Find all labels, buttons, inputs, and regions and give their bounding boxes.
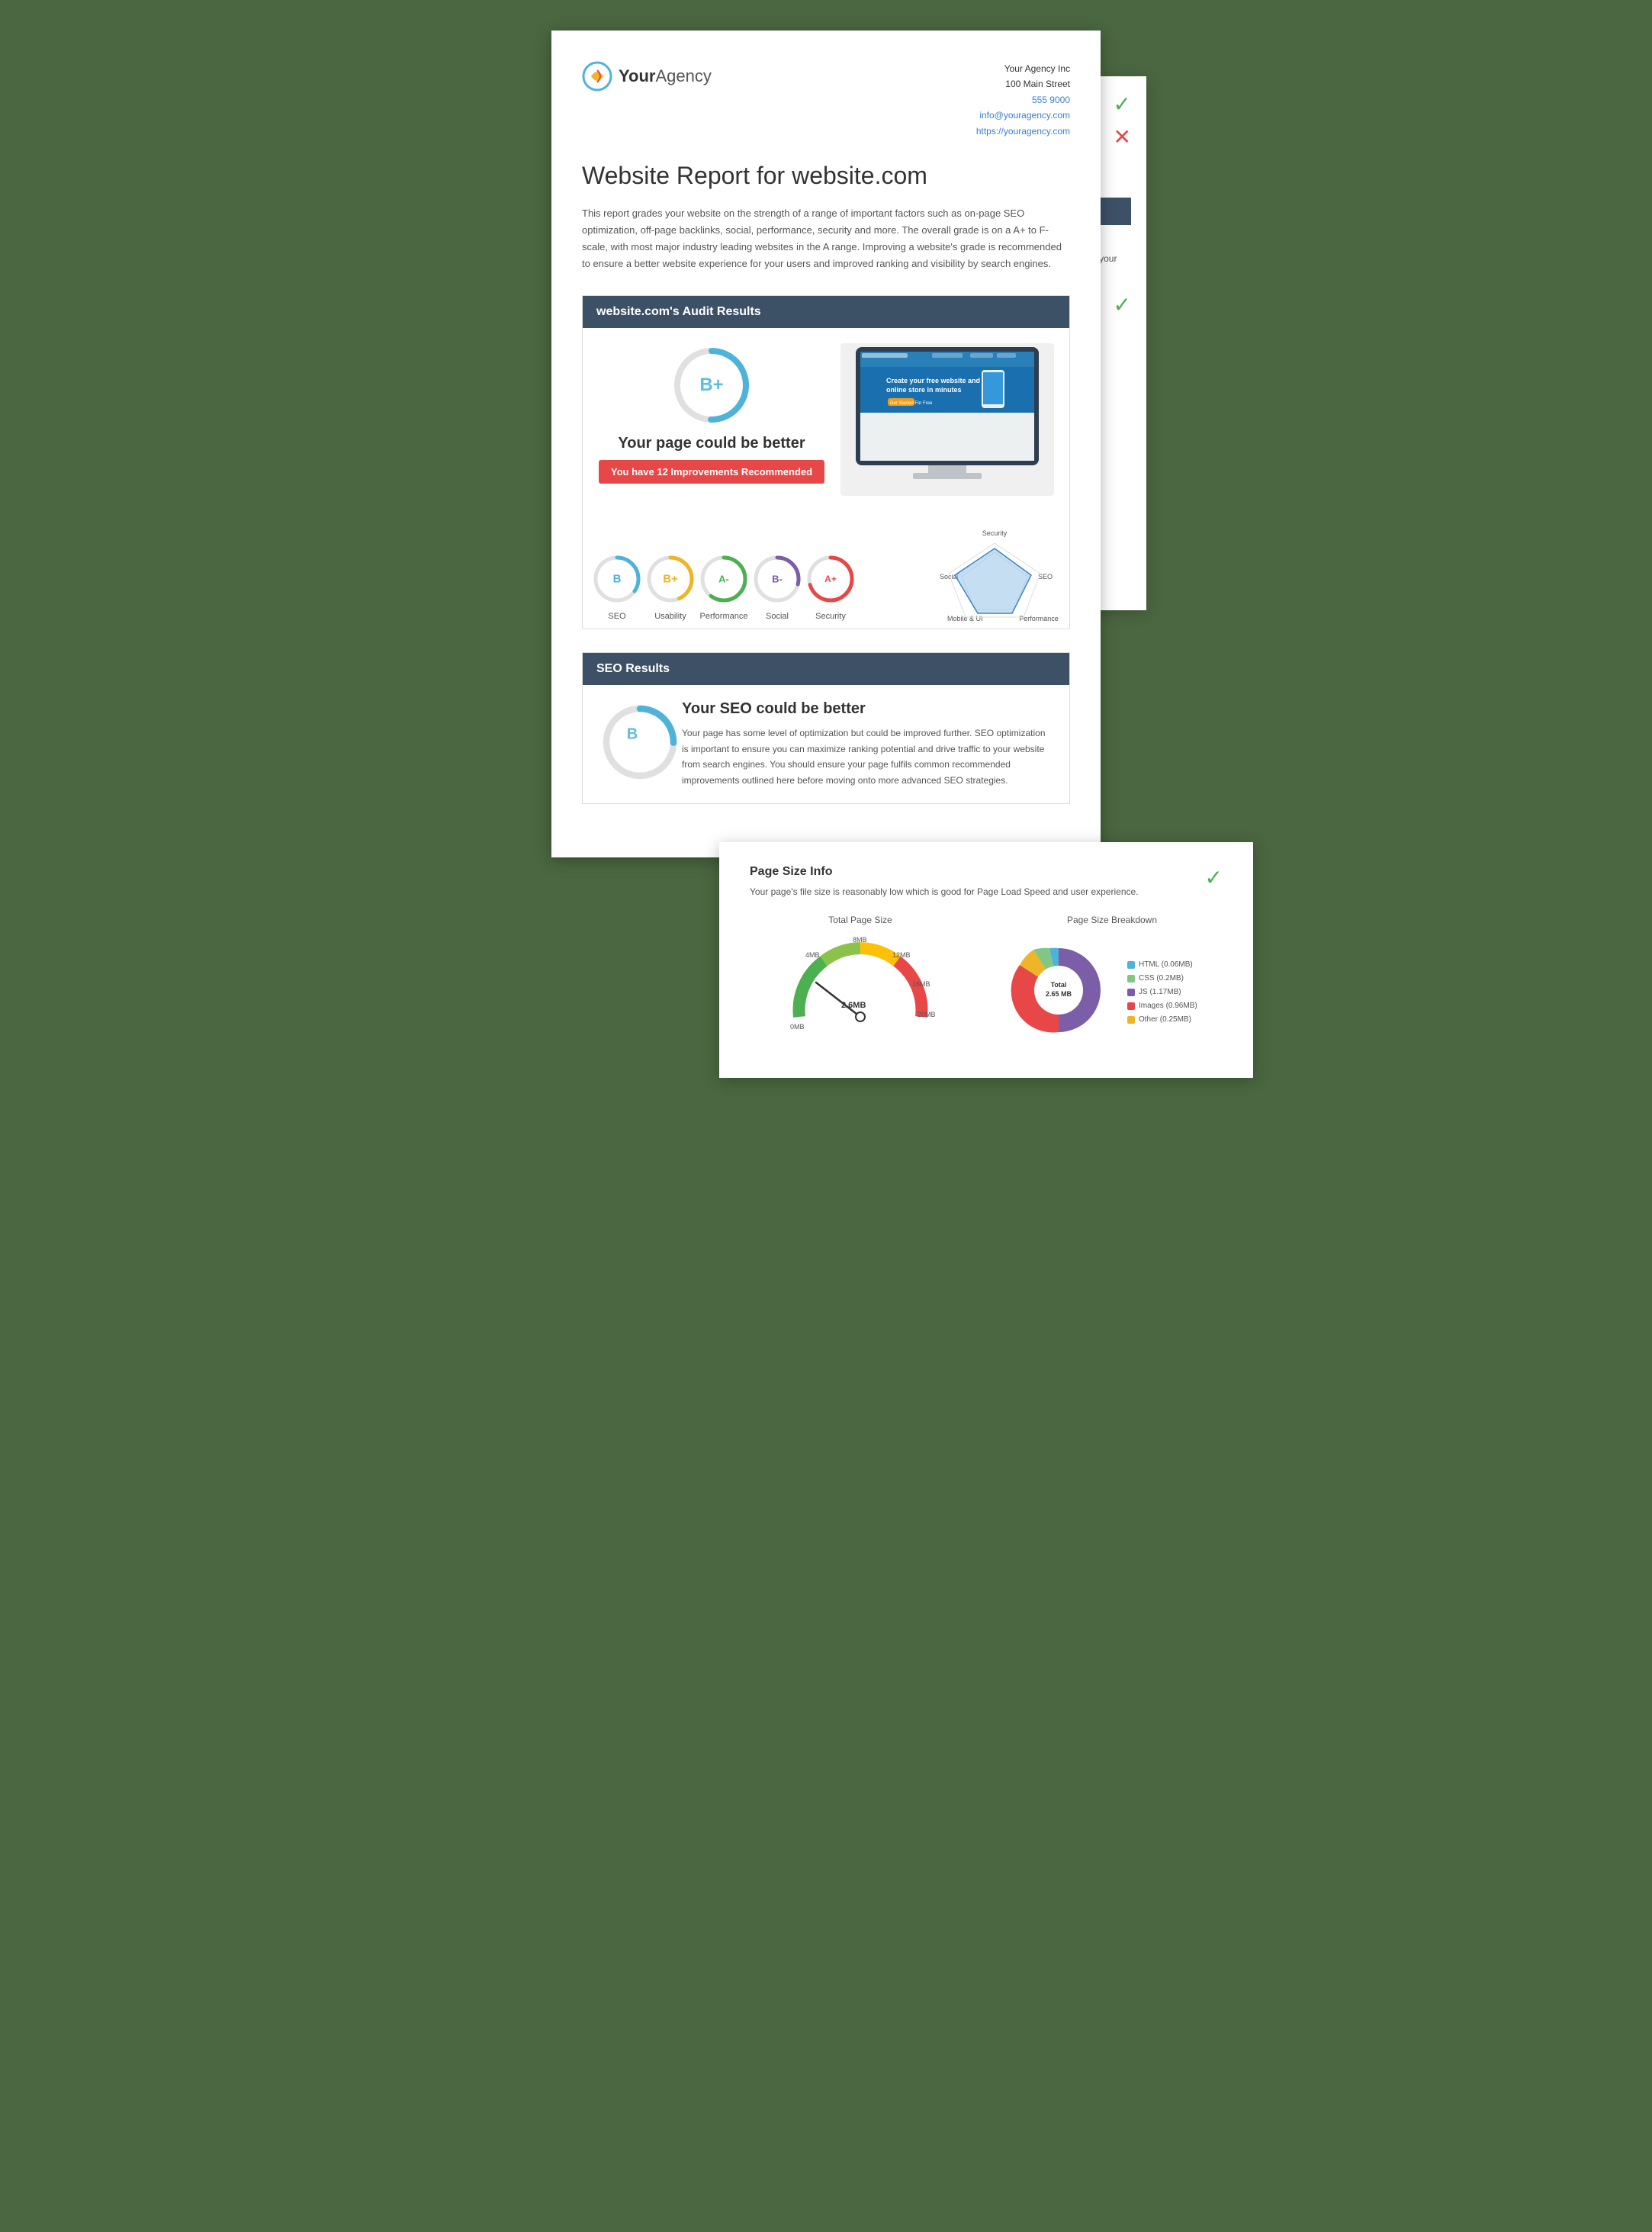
donut-legend: HTML (0.06MB) CSS (0.2MB) JS (1.17MB) (1127, 958, 1197, 1027)
monitor-svg: Create your free website and online stor… (840, 343, 1054, 496)
svg-text:online store in minutes: online store in minutes (886, 386, 962, 394)
svg-text:8MB: 8MB (853, 936, 867, 944)
bottom-section-title: Page Size Info (750, 865, 1205, 879)
svg-text:Total: Total (1051, 981, 1067, 989)
cat-label-performance: Performance (700, 612, 748, 621)
seo-grade-wrap: B (598, 700, 667, 777)
svg-text:2.65 MB: 2.65 MB (1046, 990, 1072, 998)
category-circles: B SEO B+ Usability (583, 514, 1069, 629)
bottom-checkmark-icon: ✓ (1205, 865, 1223, 890)
legend-css: CSS (0.2MB) (1127, 972, 1197, 986)
cat-circle-performance: A- (697, 552, 750, 606)
monitor-mockup: Create your free website and online stor… (840, 343, 1054, 496)
cat-grade-security: A+ (824, 574, 837, 584)
seo-body: Your page has some level of optimization… (682, 725, 1054, 788)
svg-text:20MB: 20MB (918, 1011, 936, 1018)
svg-text:Security: Security (982, 529, 1008, 537)
cat-circle-security: A+ (804, 552, 857, 606)
category-usability: B+ Usability (644, 552, 697, 621)
audit-tagline: Your page could be better (618, 435, 805, 452)
audit-right: Create your free website and online stor… (840, 343, 1054, 496)
audit-content: B+ Your page could be better You have 12… (583, 328, 1069, 514)
bottom-section-text: Your page's file size is reasonably low … (750, 885, 1205, 899)
legend-js: JS (1.17MB) (1127, 986, 1197, 999)
cat-grade-social: B- (772, 574, 783, 585)
agency-phone[interactable]: 555 9000 (1032, 95, 1070, 105)
svg-text:2.6MB: 2.6MB (841, 1001, 866, 1010)
agency-website[interactable]: https://youragency.com (976, 126, 1070, 137)
svg-text:12MB: 12MB (892, 951, 911, 959)
donut-chart-label: Page Size Breakdown (1001, 915, 1223, 925)
svg-text:16MB: 16MB (912, 980, 930, 988)
cat-circle-social: B- (750, 552, 804, 606)
report-intro: This report grades your website on the s… (582, 205, 1070, 272)
improvements-badge: You have 12 Improvements Recommended (599, 460, 824, 484)
logo-icon (582, 61, 612, 92)
legend-images: Images (0.96MB) (1127, 999, 1197, 1013)
seo-grade-circle: B (598, 700, 667, 769)
svg-text:Get Started For Free: Get Started For Free (890, 401, 933, 406)
legend-other: Other (0.25MB) (1127, 1013, 1197, 1027)
cat-label-security: Security (815, 612, 846, 621)
donut-chart-item: Page Size Breakdown (1001, 915, 1223, 1047)
radar-chart: Security SEO Performance Mobile & UI Soc… (940, 529, 1062, 621)
cat-circle-usability: B+ (644, 552, 697, 606)
cat-label-social: Social (766, 612, 789, 621)
page-wrapper: ✓ ✕ to easily tap on abetter user experi… (551, 31, 1101, 1078)
header: YourAgency Your Agency Inc 100 Main Stre… (582, 61, 1070, 139)
cat-grade-usability: B+ (663, 573, 678, 586)
agency-company: Your Agency Inc (976, 61, 1070, 76)
gauge-chart-item: Total Page Size 0MB 4MB 8MB 12MB 16MB 20… (750, 915, 971, 1036)
overall-grade-circle: B+ (670, 343, 754, 427)
logo-area: YourAgency (582, 61, 712, 92)
svg-text:4MB: 4MB (805, 951, 820, 959)
seo-text: Your SEO could be better Your page has s… (682, 700, 1054, 788)
seo-heading: Your SEO could be better (682, 700, 1054, 718)
agency-email[interactable]: info@youragency.com (979, 110, 1070, 121)
category-performance: A- Performance (697, 552, 750, 621)
category-social: B- Social (750, 552, 804, 621)
cat-grade-seo: B (613, 573, 622, 586)
seo-content: B Your SEO could be better Your page has… (583, 685, 1069, 803)
svg-text:Create your free website and: Create your free website and (886, 377, 980, 384)
cat-grade-performance: A- (718, 574, 729, 585)
logo-text: YourAgency (619, 66, 712, 86)
cat-label-seo: SEO (608, 612, 625, 621)
agency-address: 100 Main Street (976, 76, 1070, 92)
page-size-gauge: 0MB 4MB 8MB 12MB 16MB 20MB 2.6MB (784, 933, 937, 1032)
report-title: Website Report for website.com (582, 162, 1070, 190)
category-security: A+ Security (804, 552, 857, 621)
cat-label-usability: Usability (654, 612, 686, 621)
report-card-bottom: Page Size Info Your page's file size is … (719, 842, 1253, 1078)
svg-text:Performance: Performance (1019, 615, 1059, 622)
category-seo: B SEO (590, 552, 644, 621)
charts-row: Total Page Size 0MB 4MB 8MB 12MB 16MB 20… (750, 915, 1223, 1047)
gauge-chart-label: Total Page Size (750, 915, 971, 925)
seo-section: SEO Results B Your SEO could be better Y… (582, 652, 1070, 804)
seo-grade-label: B (627, 726, 638, 744)
svg-text:0MB: 0MB (790, 1023, 805, 1031)
main-report-card: YourAgency Your Agency Inc 100 Main Stre… (551, 31, 1101, 857)
legend-html: HTML (0.06MB) (1127, 958, 1197, 972)
seo-section-header: SEO Results (583, 653, 1069, 685)
audit-left: B+ Your page could be better You have 12… (598, 343, 825, 499)
audit-section: website.com's Audit Results B+ Your page… (582, 295, 1070, 629)
overall-grade-label: B+ (699, 375, 723, 396)
agency-info: Your Agency Inc 100 Main Street 555 9000… (976, 61, 1070, 139)
cat-circle-seo: B (590, 552, 644, 606)
audit-section-header: website.com's Audit Results (583, 296, 1069, 328)
donut-chart-svg: Total 2.65 MB (1001, 933, 1116, 1047)
